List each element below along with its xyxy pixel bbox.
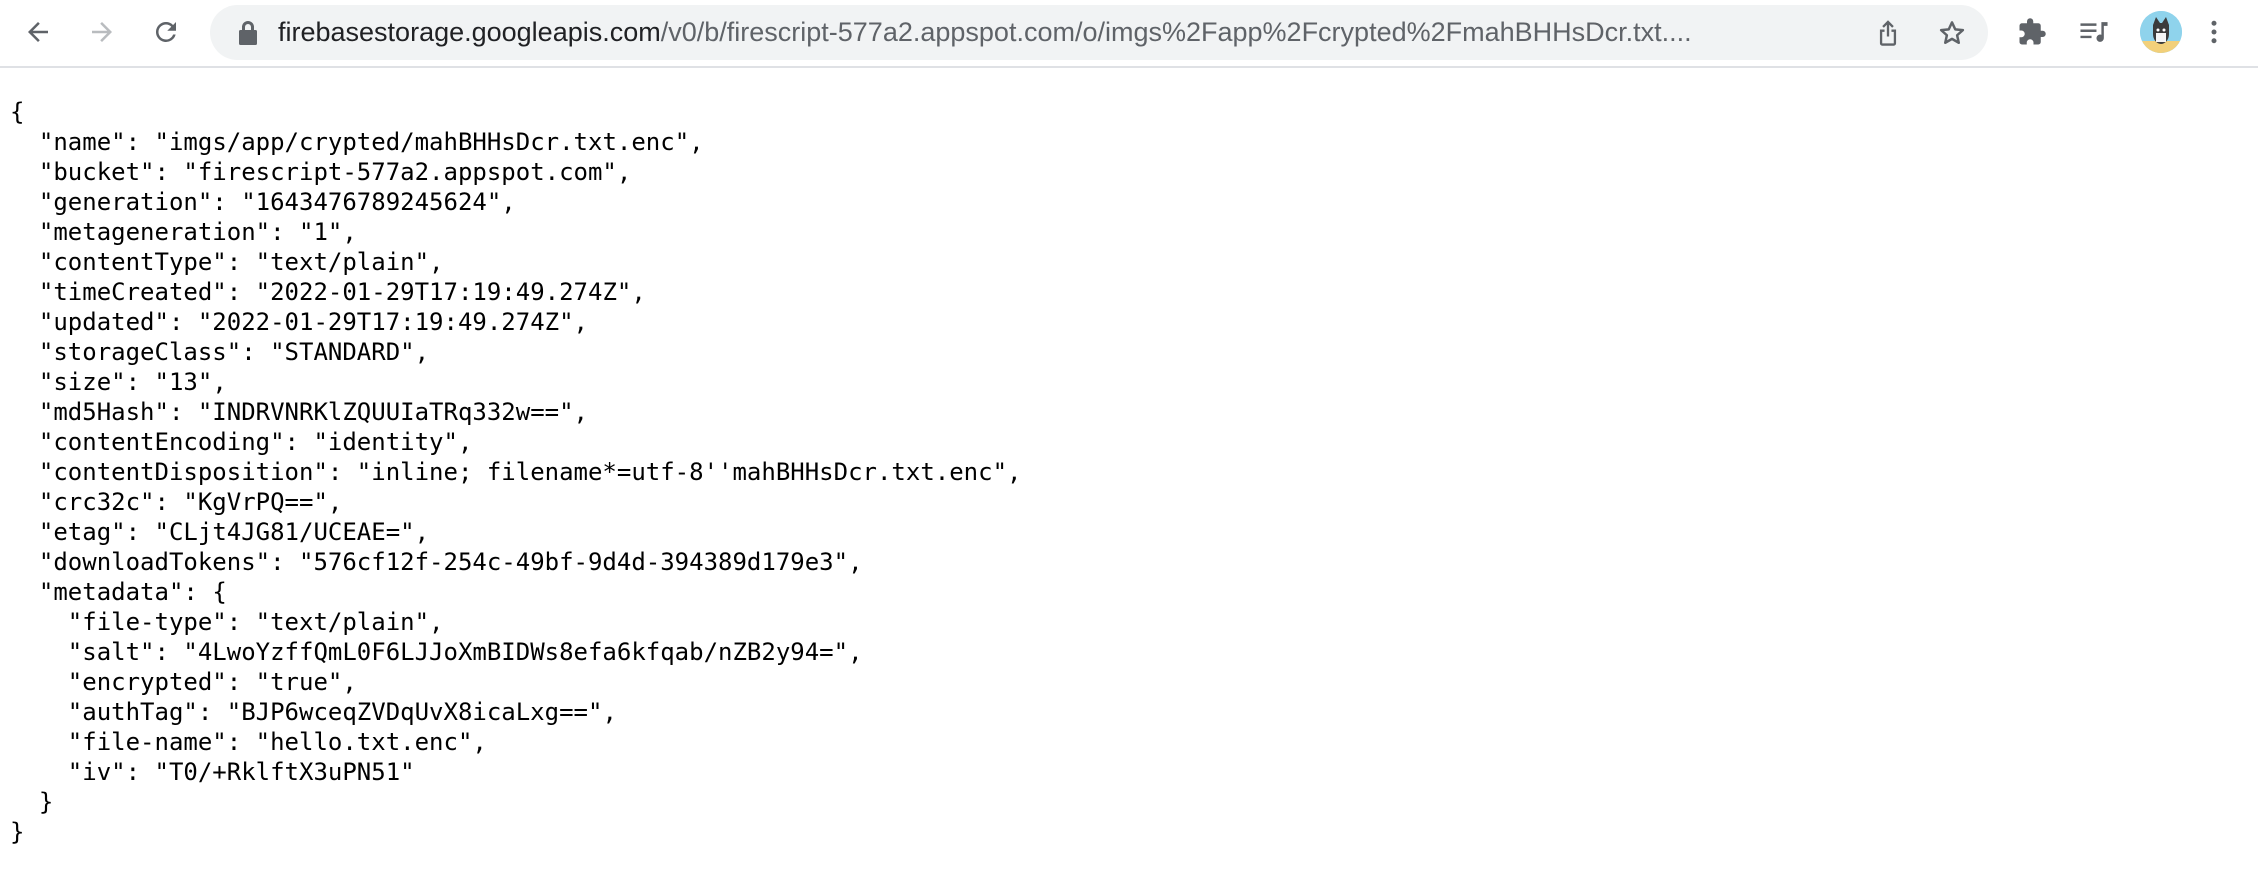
json-open-brace: { (10, 98, 25, 126)
forward-button[interactable] (78, 8, 126, 56)
json-key: "metageneration" (38, 218, 271, 246)
json-content: { "name": "imgs/app/crypted/mahBHHsDcr.t… (10, 98, 1022, 846)
media-queue-button[interactable] (2070, 8, 2118, 56)
kebab-menu-icon (2211, 20, 2217, 44)
json-key: "etag" (38, 518, 126, 546)
json-value: "firescript-577a2.appspot.com" (183, 158, 617, 186)
json-value: "4LwoYzffQmL0F6LJJoXmBIDWs8efa6kfqab/nZB… (183, 638, 849, 666)
json-value: "CLjt4JG81/UCEAE=" (154, 518, 415, 546)
json-key: "file-name" (67, 728, 227, 756)
json-key: "metadata" (38, 578, 184, 606)
share-button[interactable] (1866, 11, 1910, 55)
browser-menu-button[interactable] (2190, 8, 2238, 56)
json-close-brace: } (10, 818, 25, 846)
json-key: "name" (38, 128, 126, 156)
json-key: "iv" (67, 758, 126, 786)
back-arrow-icon (28, 22, 48, 42)
address-bar[interactable]: firebasestorage.googleapis.com/v0/b/fire… (210, 5, 1988, 60)
url-host: firebasestorage.googleapis.com (278, 17, 661, 47)
json-value: "true" (255, 668, 343, 696)
json-value: "BJP6wceqZVDqUvX8icaLxg==" (226, 698, 603, 726)
json-nested-close-brace: } (38, 788, 54, 816)
json-value: "T0/+RklftX3uPN51" (154, 758, 415, 786)
json-value: "imgs/app/crypted/mahBHHsDcr.txt.enc" (154, 128, 690, 156)
profile-avatar[interactable] (2140, 11, 2182, 53)
json-value: "1643476789245624" (241, 188, 502, 216)
json-key: "bucket" (38, 158, 155, 186)
json-value: "text/plain" (255, 608, 430, 636)
json-key: "contentType" (38, 248, 227, 276)
extensions-puzzle-icon (2019, 18, 2046, 45)
json-key: "md5Hash" (38, 398, 169, 426)
json-key: "timeCreated" (38, 278, 227, 306)
json-key: "contentDisposition" (38, 458, 328, 486)
json-key: "contentEncoding" (38, 428, 285, 456)
json-key: "salt" (67, 638, 155, 666)
json-key: "authTag" (67, 698, 198, 726)
json-key: "encrypted" (67, 668, 227, 696)
json-value: "STANDARD" (270, 338, 415, 366)
lock-icon[interactable] (236, 19, 260, 47)
extensions-button[interactable] (2008, 8, 2056, 56)
json-value: "text/plain" (255, 248, 430, 276)
json-nested-open-brace: { (212, 578, 227, 606)
json-key: "crc32c" (38, 488, 155, 516)
json-key: "downloadTokens" (38, 548, 271, 576)
json-key: "updated" (38, 308, 169, 336)
bookmark-star-button[interactable] (1930, 11, 1974, 55)
json-value: "inline; filename*=utf-8''mahBHHsDcr.txt… (356, 458, 1008, 486)
json-key: "generation" (38, 188, 213, 216)
json-value: "2022-01-29T17:19:49.274Z" (255, 278, 632, 306)
json-value: "576cf12f-254c-49bf-9d4d-394389d179e3" (299, 548, 849, 576)
json-value: "13" (154, 368, 213, 396)
json-value: "KgVrPQ==" (183, 488, 328, 516)
share-icon (1879, 20, 1897, 46)
star-icon (1939, 21, 1965, 44)
json-value: "identity" (313, 428, 458, 456)
json-key: "file-type" (67, 608, 227, 636)
browser-toolbar: firebasestorage.googleapis.com/v0/b/fire… (0, 0, 2258, 68)
url-text[interactable]: firebasestorage.googleapis.com/v0/b/fire… (278, 5, 1840, 60)
reload-icon (155, 21, 176, 42)
forward-arrow-icon (92, 22, 112, 42)
reload-button[interactable] (142, 8, 190, 56)
json-value: "2022-01-29T17:19:49.274Z" (197, 308, 574, 336)
json-value: "INDRVNRKlZQUUIaTRq332w==" (197, 398, 574, 426)
json-value: "1" (299, 218, 343, 246)
json-key: "size" (38, 368, 126, 396)
url-path: /v0/b/firescript-577a2.appspot.com/o/img… (660, 17, 1692, 47)
back-button[interactable] (14, 8, 62, 56)
media-queue-icon (2080, 22, 2108, 42)
json-value: "hello.txt.enc" (255, 728, 473, 756)
avatar-image (2140, 11, 2182, 53)
json-key: "storageClass" (38, 338, 242, 366)
